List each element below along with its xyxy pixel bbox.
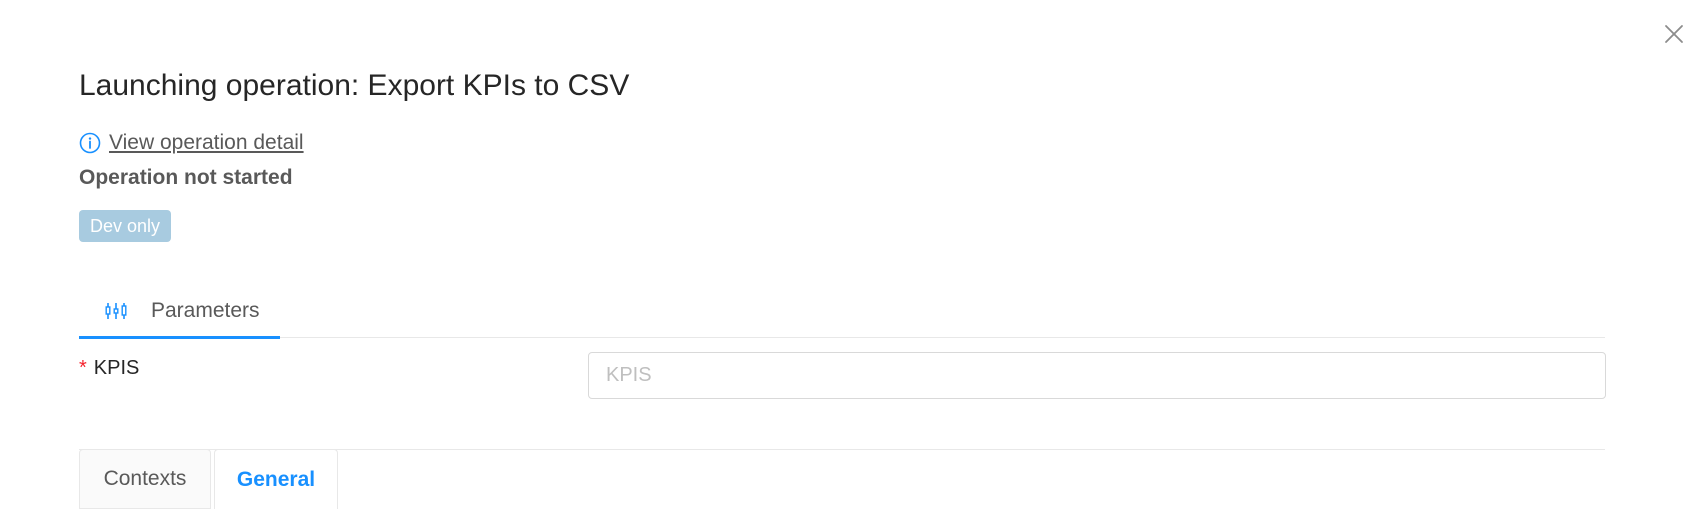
active-tab-indicator <box>79 336 280 339</box>
kpis-input[interactable] <box>588 352 1606 399</box>
close-button[interactable] <box>1662 22 1686 46</box>
tabs-divider <box>79 337 1605 338</box>
dev-only-badge: Dev only <box>79 210 172 242</box>
tab-general[interactable]: General <box>214 449 338 509</box>
dialog-title: Launching operation: Export KPIs to CSV <box>79 69 630 102</box>
info-circle-icon <box>79 132 101 154</box>
tab-parameters-label: Parameters <box>151 299 260 322</box>
close-icon <box>1665 25 1683 43</box>
tab-general-label: General <box>236 467 316 491</box>
kpis-field-label: * KPIS <box>79 357 139 380</box>
tab-contexts-label: Contexts <box>103 467 187 490</box>
tab-contexts[interactable]: Contexts <box>79 449 211 509</box>
required-mark: * <box>79 357 87 379</box>
view-operation-detail-label[interactable]: View operation detail <box>109 131 304 155</box>
tab-parameters[interactable]: Parameters <box>79 284 280 339</box>
kpis-label-text: KPIS <box>93 357 140 379</box>
operation-launch-dialog: Launching operation: Export KPIs to CSV … <box>0 0 1690 514</box>
sliders-icon <box>105 303 127 319</box>
operation-status-text: Operation not started <box>79 166 293 189</box>
view-operation-detail-link[interactable]: View operation detail <box>79 131 304 155</box>
